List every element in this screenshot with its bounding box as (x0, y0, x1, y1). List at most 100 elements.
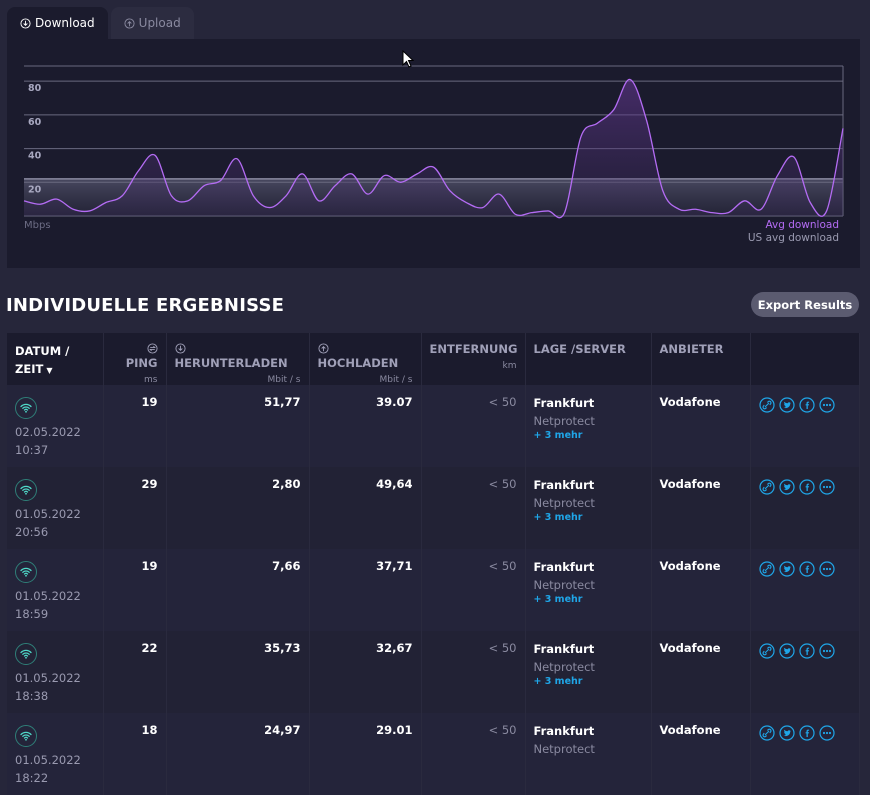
twitter-icon[interactable] (779, 397, 795, 413)
cell-distance: < 50 (421, 385, 525, 467)
cell-download: 24,97 (166, 713, 309, 795)
cell-datetime: 01.05.2022 18:22 (7, 713, 103, 795)
header-download-unit: Mbit / s (175, 375, 301, 385)
cell-download: 2,80 (166, 467, 309, 549)
table-row[interactable]: 01.05.2022 18:22 18 24,97 29.01 < 50 Fra… (7, 713, 859, 795)
y-tick-label: 80 (28, 83, 42, 94)
result-time: 10:37 (15, 441, 95, 459)
more-icon[interactable] (819, 479, 835, 495)
header-upload[interactable]: HOCHLADEN Mbit / s (309, 333, 421, 385)
table-row[interactable]: 01.05.2022 20:56 29 2,80 49,64 < 50 Fran… (7, 467, 859, 549)
facebook-icon[interactable] (799, 397, 815, 413)
cell-distance: < 50 (421, 467, 525, 549)
facebook-icon[interactable] (799, 561, 815, 577)
twitter-icon[interactable] (779, 479, 795, 495)
more-servers-link[interactable]: + 3 mehr (534, 594, 643, 605)
facebook-icon[interactable] (799, 643, 815, 659)
header-datum-zeit[interactable]: DATUM / ZEIT▼ (7, 333, 103, 385)
cell-actions (750, 467, 859, 549)
export-results-button[interactable]: Export Results (751, 292, 859, 317)
header-ping[interactable]: PING ms (103, 333, 166, 385)
server-city: Frankfurt (534, 395, 643, 412)
cell-server: Frankfurt Netprotect + 3 mehr (525, 467, 651, 549)
more-servers-link[interactable]: + 3 mehr (534, 676, 643, 687)
twitter-icon[interactable] (779, 561, 795, 577)
header-server[interactable]: LAGE /SERVER (525, 333, 651, 385)
link-icon[interactable] (759, 397, 775, 413)
cell-datetime: 01.05.2022 18:38 (7, 631, 103, 713)
header-distance[interactable]: ENTFERNUNG km (421, 333, 525, 385)
cell-ping: 29 (103, 467, 166, 549)
row-actions (759, 479, 851, 495)
mouse-cursor-icon (402, 50, 414, 69)
cell-upload: 37,71 (309, 549, 421, 631)
header-upload-unit: Mbit / s (318, 375, 413, 385)
table-row[interactable]: 01.05.2022 18:38 22 35,73 32,67 < 50 Fra… (7, 631, 859, 713)
header-download-label: HERUNTERLADEN (175, 356, 288, 370)
header-ping-label: PING (126, 356, 158, 370)
result-time: 20:56 (15, 523, 95, 541)
row-actions (759, 643, 851, 659)
header-actions (750, 333, 859, 385)
tab-download[interactable]: Download (7, 7, 108, 39)
cell-actions (750, 549, 859, 631)
header-zeit-label: ZEIT (15, 362, 43, 376)
cell-provider: Vodafone (651, 467, 750, 549)
wifi-icon (15, 725, 37, 747)
download-icon (175, 343, 186, 354)
facebook-icon[interactable] (799, 725, 815, 741)
cell-download: 35,73 (166, 631, 309, 713)
header-download[interactable]: HERUNTERLADEN Mbit / s (166, 333, 309, 385)
cell-ping: 19 (103, 385, 166, 467)
cell-provider: Vodafone (651, 713, 750, 795)
server-name: Netprotect (534, 576, 643, 594)
header-server-label: LAGE /SERVER (534, 342, 626, 356)
result-date: 01.05.2022 (15, 751, 95, 769)
link-icon[interactable] (759, 643, 775, 659)
y-tick-label: 40 (28, 151, 42, 162)
result-date: 02.05.2022 (15, 423, 95, 441)
header-provider[interactable]: ANBIETER (651, 333, 750, 385)
server-city: Frankfurt (534, 641, 643, 658)
more-icon[interactable] (819, 397, 835, 413)
cell-provider: Vodafone (651, 631, 750, 713)
server-city: Frankfurt (534, 477, 643, 494)
link-icon[interactable] (759, 561, 775, 577)
table-row[interactable]: 01.05.2022 18:59 19 7,66 37,71 < 50 Fran… (7, 549, 859, 631)
legend-avg-download: Avg download (748, 219, 839, 232)
more-icon[interactable] (819, 643, 835, 659)
more-servers-link[interactable]: + 3 mehr (534, 512, 643, 523)
more-servers-link[interactable]: + 3 mehr (534, 430, 643, 441)
provider-name: Vodafone (660, 641, 721, 655)
link-icon[interactable] (759, 479, 775, 495)
result-time: 18:38 (15, 687, 95, 705)
header-datum-label: DATUM / (15, 344, 69, 358)
twitter-icon[interactable] (779, 643, 795, 659)
row-actions (759, 561, 851, 577)
facebook-icon[interactable] (799, 479, 815, 495)
cell-upload: 39.07 (309, 385, 421, 467)
y-axis-unit: Mbps (24, 220, 51, 231)
cell-server: Frankfurt Netprotect (525, 713, 651, 795)
server-city: Frankfurt (534, 559, 643, 576)
more-icon[interactable] (819, 725, 835, 741)
tab-upload[interactable]: Upload (111, 7, 194, 39)
cell-server: Frankfurt Netprotect + 3 mehr (525, 385, 651, 467)
chart-tabs: Download Upload (7, 7, 194, 39)
cell-ping: 18 (103, 713, 166, 795)
wifi-icon (15, 479, 37, 501)
header-ping-unit: ms (112, 375, 158, 385)
cell-distance: < 50 (421, 549, 525, 631)
tab-upload-label: Upload (139, 16, 181, 30)
twitter-icon[interactable] (779, 725, 795, 741)
link-icon[interactable] (759, 725, 775, 741)
section-title: INDIVIDUELLE ERGEBNISSE (6, 295, 284, 316)
more-icon[interactable] (819, 561, 835, 577)
wifi-icon (15, 561, 37, 583)
table-row[interactable]: 02.05.2022 10:37 19 51,77 39.07 < 50 Fra… (7, 385, 859, 467)
server-name: Netprotect (534, 412, 643, 430)
cell-actions (750, 713, 859, 795)
arrow-down-circle-icon (20, 18, 31, 29)
cell-ping: 22 (103, 631, 166, 713)
cell-download: 51,77 (166, 385, 309, 467)
